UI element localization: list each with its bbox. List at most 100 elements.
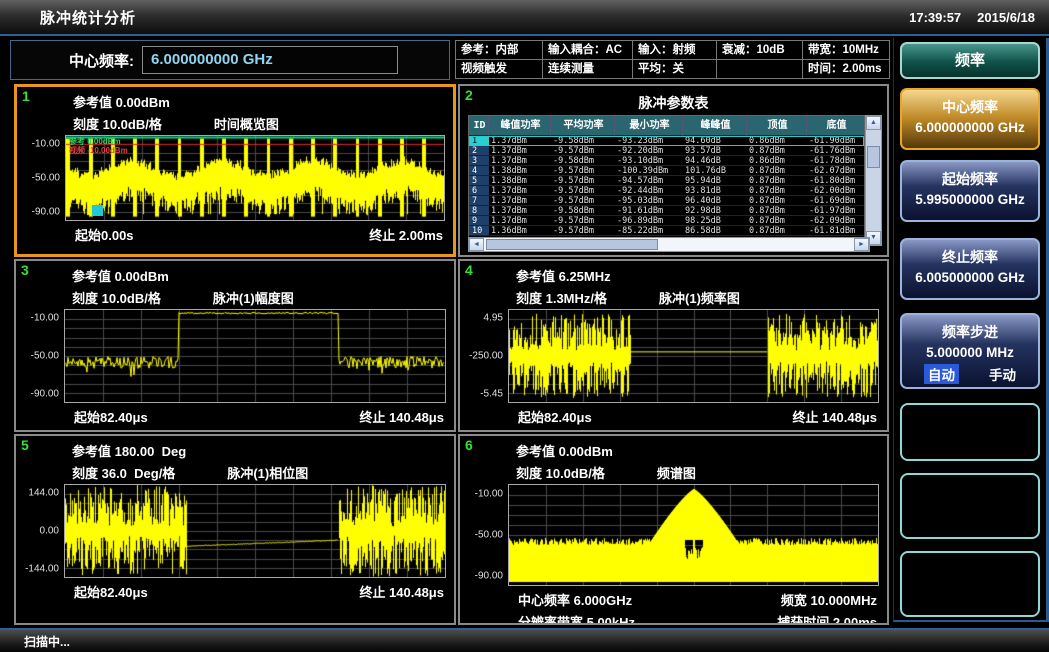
table-row[interactable]: 11.37dBm-9.58dBm-93.23dBm94.60dB0.86dBm-… <box>469 136 864 146</box>
spectrum-canvas <box>509 485 878 585</box>
table-cell: 1.37dBm <box>489 186 551 196</box>
panel-pulse-table[interactable]: 2 脉冲参数表 ID峰值功率平均功率最小功率峰峰值顶值底值11.37dBm-9.… <box>458 84 889 257</box>
x-stop-label: 终止 140.48μs <box>359 582 444 601</box>
scale-label: 刻度 1.3MHz/格 <box>516 288 607 307</box>
y-tick: -90.00 <box>475 570 503 581</box>
table-id-cell: 2 <box>469 146 489 156</box>
status-measure-mode: 连续测量 <box>543 60 633 79</box>
scale-label: 刻度 36.0 Deg/格 <box>72 463 175 482</box>
scroll-left-icon[interactable]: ◄ <box>469 238 484 251</box>
table-header-row: ID峰值功率平均功率最小功率峰峰值顶值底值 <box>469 116 864 136</box>
status-bandwidth: 带宽：10MHz <box>803 41 890 60</box>
panel-number: 3 <box>21 262 29 278</box>
center-frequency-label: 中心频率: <box>69 50 134 71</box>
marker-square[interactable] <box>92 205 103 216</box>
table-cell: -9.57dBm <box>551 196 615 206</box>
y-tick: 0.00 <box>40 526 59 537</box>
table-id-cell: 8 <box>469 206 489 216</box>
panel-spectrum[interactable]: 6 参考值 0.00dBm 刻度 10.0dB/格 频谱图 -10.00 -50… <box>458 434 889 625</box>
date-display: 2015/6/18 <box>977 10 1035 25</box>
table-cell: 93.57dB <box>683 146 747 156</box>
table-cell: -9.57dBm <box>551 226 615 236</box>
panel-pulse-phase[interactable]: 5 参考值 180.00 Deg 刻度 36.0 Deg/格 脉冲(1)相位图 … <box>14 434 456 625</box>
status-text: 扫描中... <box>24 633 70 650</box>
table-id-cell: 10 <box>469 226 489 236</box>
table-cell: 1.37dBm <box>489 196 551 206</box>
table-header-cell: 峰峰值 <box>683 116 747 136</box>
table-header-cell: 最小功率 <box>615 116 683 136</box>
stop-freq-button[interactable]: 终止频率 6.005000000 GHz <box>900 238 1040 300</box>
ref-level-label: 参考值 6.25MHz <box>516 266 887 285</box>
table-cell: -93.10dBm <box>615 156 683 166</box>
panel-pulse-amplitude[interactable]: 3 参考值 0.00dBm 刻度 10.0dB/格 脉冲(1)幅度图 -10.0… <box>14 259 456 432</box>
y-tick: -144.00 <box>25 563 59 574</box>
spectrum-capture-time-label: 捕获时间 2.00ms <box>777 612 877 625</box>
app-title: 脉冲统计分析 <box>40 7 136 28</box>
pulse-table[interactable]: ID峰值功率平均功率最小功率峰峰值顶值底值11.37dBm-9.58dBm-93… <box>468 115 865 246</box>
table-header-cell: 底值 <box>807 116 865 136</box>
ref-level-label: 参考值 180.00 Deg <box>72 441 454 460</box>
table-row[interactable]: 31.37dBm-9.58dBm-93.10dBm94.46dB0.86dBm-… <box>469 156 864 166</box>
table-cell: -9.58dBm <box>551 136 615 146</box>
table-row[interactable]: 61.37dBm-9.57dBm-92.44dBm93.81dB0.87dBm-… <box>469 186 864 196</box>
table-cell: 1.37dBm <box>489 216 551 226</box>
softkey-blank-2[interactable] <box>900 473 1040 539</box>
y-axis: 144.00 0.00 -144.00 <box>16 484 64 578</box>
table-cell: 0.86dBm <box>747 156 807 166</box>
table-row[interactable]: 21.37dBm-9.57dBm-92.20dBm93.57dB0.87dBm-… <box>469 146 864 156</box>
h-scrollbar[interactable]: ◄ ► <box>468 237 870 252</box>
manual-toggle[interactable]: 手动 <box>989 364 1016 384</box>
table-cell: 0.87dBm <box>747 176 807 186</box>
table-id-cell: 6 <box>469 186 489 196</box>
table-row[interactable]: 51.38dBm-9.57dBm-94.57dBm95.94dB0.87dBm-… <box>469 176 864 186</box>
table-header-cell: ID <box>469 116 489 136</box>
auto-toggle[interactable]: 自动 <box>924 364 959 384</box>
table-id-cell: 5 <box>469 176 489 186</box>
status-bar: 扫描中... <box>0 628 1049 652</box>
table-id-cell: 9 <box>469 216 489 226</box>
y-tick: -50.00 <box>475 530 503 541</box>
table-cell: -62.09dBm <box>807 216 865 226</box>
table-cell: -9.57dBm <box>551 146 615 156</box>
softkey-value: 6.005000000 GHz <box>902 267 1038 285</box>
panel-number: 6 <box>465 437 473 453</box>
x-start-label: 起始0.00s <box>75 225 134 244</box>
time-overview-canvas <box>66 136 444 220</box>
table-cell: -62.07dBm <box>807 166 865 176</box>
center-frequency-input[interactable]: 6.000000000 GHz <box>142 46 398 74</box>
table-cell: 93.81dB <box>683 186 747 196</box>
table-cell: 0.87dBm <box>747 216 807 226</box>
v-scroll-thumb[interactable] <box>867 146 880 168</box>
softkey-label: 终止频率 <box>902 240 1038 267</box>
table-row[interactable]: 101.36dBm-9.57dBm-85.22dBm86.58dB0.87dBm… <box>469 226 864 236</box>
start-freq-button[interactable]: 起始频率 5.995000000 GHz <box>900 160 1040 222</box>
h-scroll-thumb[interactable] <box>486 239 658 250</box>
v-scrollbar[interactable]: ▲ ▼ <box>865 115 882 246</box>
plot-area <box>64 484 446 578</box>
table-cell: 0.87dBm <box>747 226 807 236</box>
freq-menu-header[interactable]: 频率 <box>900 42 1040 79</box>
table-row[interactable]: 71.37dBm-9.57dBm-95.03dBm96.40dB0.87dBm-… <box>469 196 864 206</box>
freq-step-button[interactable]: 频率步进 5.000000 MHz 自动 手动 <box>900 313 1040 389</box>
ref-level-label: 参考值 0.00dBm <box>516 441 887 460</box>
center-freq-button[interactable]: 中心频率 6.000000000 GHz <box>900 88 1040 150</box>
table-cell: -93.23dBm <box>615 136 683 146</box>
table-cell: 1.37dBm <box>489 156 551 166</box>
scroll-up-icon[interactable]: ▲ <box>866 116 881 130</box>
table-row[interactable]: 91.37dBm-9.57dBm-96.89dBm98.25dB0.87dBm-… <box>469 216 864 226</box>
panel-time-overview[interactable]: 1 参考值 0.00dBm 刻度 10.0dB/格 时间概览图 -10.00 -… <box>14 84 456 257</box>
center-frequency-group: 中心频率: 6.000000000 GHz <box>10 40 450 80</box>
table-row[interactable]: 41.38dBm-9.57dBm-100.39dBm101.76dB0.87dB… <box>469 166 864 176</box>
softkey-label: 起始频率 <box>902 162 1038 189</box>
plot-area <box>508 309 879 403</box>
softkey-blank-1[interactable] <box>900 403 1040 461</box>
x-stop-label: 终止 140.48μs <box>792 407 877 426</box>
panel-number: 1 <box>22 88 30 104</box>
scroll-right-icon[interactable]: ► <box>854 238 869 251</box>
table-cell: 1.36dBm <box>489 226 551 236</box>
table-row[interactable]: 81.37dBm-9.58dBm-91.61dBm92.98dB0.87dBm-… <box>469 206 864 216</box>
clock: 17:39:57 2015/6/18 <box>909 10 1035 25</box>
softkey-blank-3[interactable] <box>900 551 1040 617</box>
panel-pulse-frequency[interactable]: 4 参考值 6.25MHz 刻度 1.3MHz/格 脉冲(1)频率图 4.95 … <box>458 259 889 432</box>
spectrum-span-label: 频宽 10.000MHz <box>781 590 877 609</box>
